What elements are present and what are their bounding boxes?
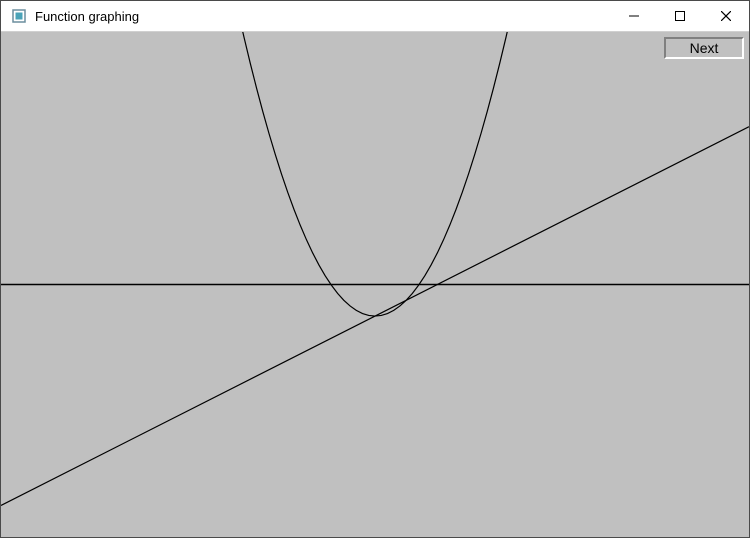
titlebar: Function graphing — [1, 1, 749, 32]
close-button[interactable] — [703, 1, 749, 31]
maximize-button[interactable] — [657, 1, 703, 31]
plot-svg — [1, 32, 749, 537]
app-icon — [11, 8, 27, 24]
window-controls — [611, 1, 749, 31]
next-button[interactable]: Next — [664, 37, 744, 59]
app-window: Function graphing Next — [0, 0, 750, 538]
minimize-button[interactable] — [611, 1, 657, 31]
graph-canvas: Next — [1, 32, 749, 537]
window-title: Function graphing — [35, 9, 139, 24]
